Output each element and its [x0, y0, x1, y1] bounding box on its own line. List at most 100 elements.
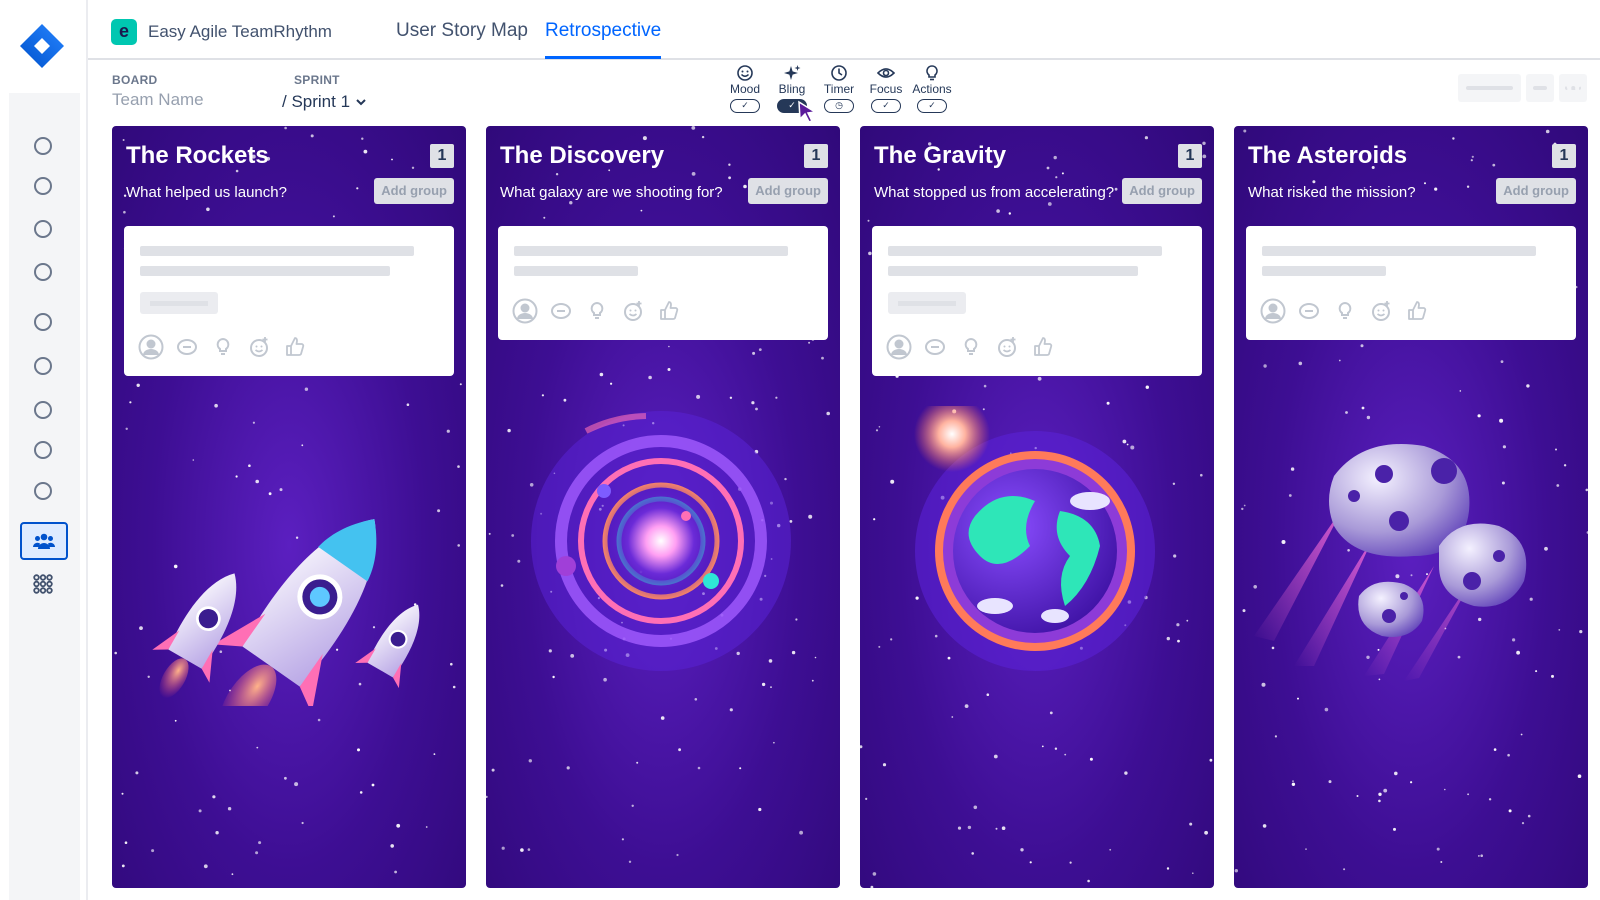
- sidebar-divider: [86, 0, 88, 900]
- timer-switch[interactable]: ◷: [824, 99, 854, 113]
- thumbs-up-icon[interactable]: [1404, 298, 1430, 324]
- retro-column: The Gravity 1 What stopped us from acceler…: [860, 126, 1214, 888]
- card-count-badge: 1: [804, 144, 828, 168]
- retro-card[interactable]: [124, 226, 454, 376]
- card-text-placeholder: [888, 246, 1162, 256]
- retro-column: The Rockets 1 What helped us launch? Add gr…: [112, 126, 466, 888]
- column-title[interactable]: The Gravity: [874, 142, 1006, 170]
- app-header: e Easy Agile TeamRhythm User Story Map R…: [88, 0, 1600, 60]
- card-text-placeholder: [514, 266, 638, 276]
- rockets-illustration: [152, 519, 420, 706]
- lightbulb-icon[interactable]: [584, 298, 610, 324]
- comment-icon[interactable]: [174, 334, 200, 360]
- teamrhythm-logo-icon: e: [111, 19, 137, 45]
- avatar-icon[interactable]: [512, 298, 538, 324]
- card-label-placeholder: [140, 292, 218, 314]
- sidebar-item-6[interactable]: [34, 357, 52, 375]
- retro-card[interactable]: [1246, 226, 1576, 340]
- chevron-down-icon: [356, 99, 366, 106]
- column-title[interactable]: The Discovery: [500, 142, 664, 170]
- actions-toggle[interactable]: Actions ✓: [912, 64, 952, 113]
- focus-switch[interactable]: ✓: [871, 99, 901, 113]
- column-prompt: What galaxy are we shooting for?: [500, 184, 723, 201]
- mood-switch[interactable]: ✓: [730, 99, 760, 113]
- sidebar-item-8[interactable]: [34, 441, 52, 459]
- tab-user-story-map[interactable]: User Story Map: [396, 20, 528, 56]
- add-reaction-icon[interactable]: [1368, 298, 1394, 324]
- sidebar-item-1[interactable]: [34, 137, 52, 155]
- sprint-value: / Sprint 1: [282, 92, 351, 111]
- planet-illustration: [914, 406, 1155, 671]
- add-group-button[interactable]: Add group: [374, 178, 454, 204]
- tab-retrospective[interactable]: Retrospective: [545, 20, 662, 59]
- timer-label: Timer: [823, 82, 855, 96]
- avatar-icon[interactable]: [138, 334, 164, 360]
- sidebar-item-3[interactable]: [34, 220, 52, 238]
- actions-switch[interactable]: ✓: [917, 99, 947, 113]
- add-reaction-icon[interactable]: [246, 334, 272, 360]
- timer-toggle[interactable]: Timer ◷: [819, 64, 859, 113]
- sidebar-item-4[interactable]: [34, 263, 52, 281]
- card-actions: [1260, 298, 1430, 324]
- card-actions: [138, 334, 308, 360]
- card-text-placeholder: [888, 266, 1138, 276]
- mood-label: Mood: [729, 82, 761, 96]
- add-reaction-icon[interactable]: [994, 334, 1020, 360]
- lightbulb-icon[interactable]: [210, 334, 236, 360]
- bling-label: Bling: [778, 82, 806, 96]
- focus-label: Focus: [869, 82, 903, 96]
- card-count-badge: 1: [1178, 144, 1202, 168]
- eye-icon: [877, 68, 895, 78]
- card-text-placeholder: [140, 266, 390, 276]
- column-prompt: What risked the mission?: [1248, 184, 1416, 201]
- smiley-icon: [737, 65, 753, 81]
- column-title[interactable]: The Rockets: [126, 142, 269, 170]
- thumbs-up-icon[interactable]: [656, 298, 682, 324]
- clock-icon: [831, 65, 847, 81]
- add-group-button[interactable]: Add group: [1122, 178, 1202, 204]
- comment-icon[interactable]: [548, 298, 574, 324]
- thumbs-up-icon[interactable]: [282, 334, 308, 360]
- sprint-label: SPRINT: [294, 73, 340, 87]
- card-text-placeholder: [1262, 246, 1536, 256]
- add-group-button[interactable]: Add group: [748, 178, 828, 204]
- board-label: BOARD: [112, 73, 158, 87]
- card-text-placeholder: [1262, 266, 1386, 276]
- card-count-badge: 1: [1552, 144, 1576, 168]
- mood-toggle[interactable]: Mood ✓: [725, 64, 765, 113]
- card-count-badge: 1: [430, 144, 454, 168]
- apps-grid-icon[interactable]: [33, 574, 53, 594]
- global-sidebar: [0, 0, 86, 900]
- add-group-button[interactable]: Add group: [1496, 178, 1576, 204]
- avatar-icon[interactable]: [886, 334, 912, 360]
- toolbar-button-2[interactable]: [1526, 74, 1554, 102]
- add-reaction-icon[interactable]: [620, 298, 646, 324]
- galaxy-illustration: [531, 411, 791, 671]
- card-actions: [512, 298, 682, 324]
- lightbulb-icon: [926, 65, 938, 81]
- column-title[interactable]: The Asteroids: [1248, 142, 1407, 170]
- board-name[interactable]: Team Name: [112, 90, 204, 110]
- card-text-placeholder: [514, 246, 788, 256]
- asteroids-illustration: [1254, 444, 1527, 681]
- sidebar-item-9[interactable]: [34, 482, 52, 500]
- comment-icon[interactable]: [922, 334, 948, 360]
- thumbs-up-icon[interactable]: [1030, 334, 1056, 360]
- retro-card[interactable]: [498, 226, 828, 340]
- toolbar-button-1[interactable]: [1458, 74, 1521, 102]
- retro-card[interactable]: [872, 226, 1202, 376]
- sidebar-item-5[interactable]: [34, 313, 52, 331]
- comment-icon[interactable]: [1296, 298, 1322, 324]
- sidebar-item-team[interactable]: [20, 522, 68, 560]
- more-options-button[interactable]: [1559, 74, 1587, 102]
- lightbulb-icon[interactable]: [958, 334, 984, 360]
- jira-logo-icon[interactable]: [20, 24, 64, 68]
- sidebar-item-7[interactable]: [34, 401, 52, 419]
- sidebar-item-2[interactable]: [34, 177, 52, 195]
- retro-column: The Discovery 1 What galaxy are we shootin…: [486, 126, 840, 888]
- focus-toggle[interactable]: Focus ✓: [866, 64, 906, 113]
- lightbulb-icon[interactable]: [1332, 298, 1358, 324]
- sprint-selector[interactable]: / Sprint 1: [282, 92, 367, 112]
- team-icon: [33, 533, 55, 549]
- avatar-icon[interactable]: [1260, 298, 1286, 324]
